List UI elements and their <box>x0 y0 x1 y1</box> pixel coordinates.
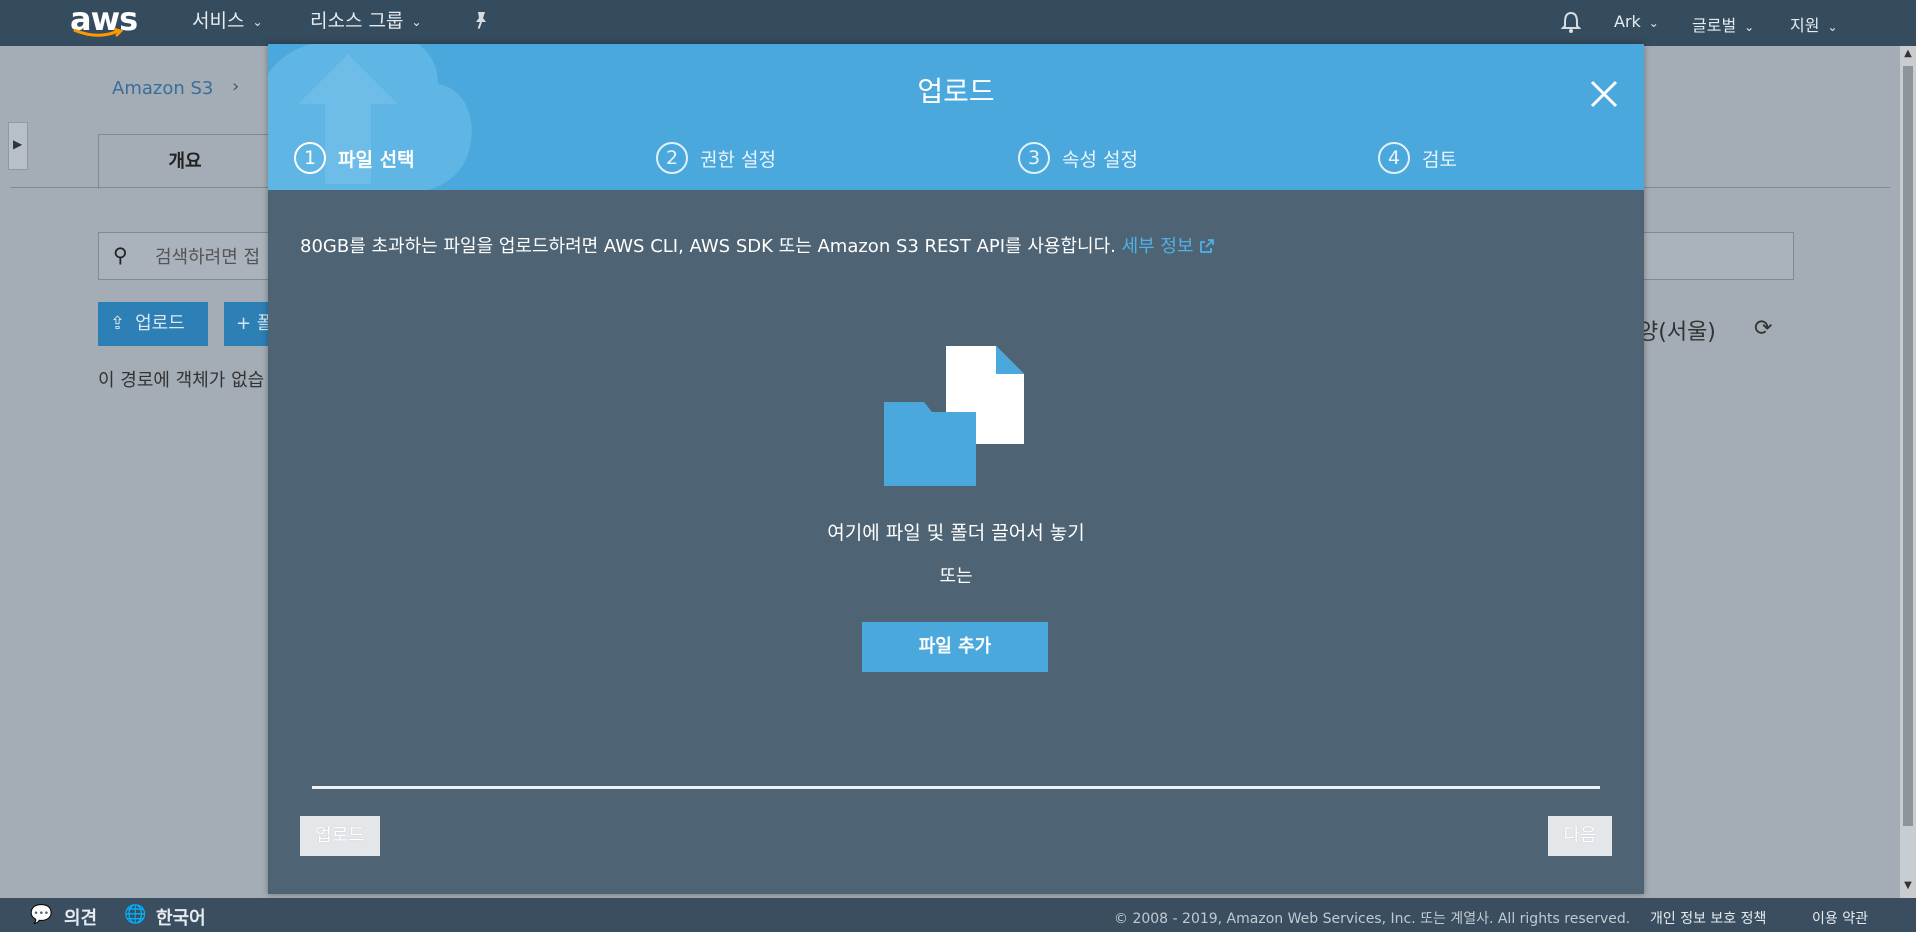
step-label: 검토 <box>1422 148 1457 171</box>
add-files-button[interactable]: 파일 추가 <box>862 622 1048 672</box>
page-scrollbar[interactable]: ▲ ▼ <box>1900 46 1916 898</box>
upload-icon: ⇪ <box>110 313 126 334</box>
sidebar-toggle[interactable]: ▶ <box>8 122 28 170</box>
region-menu[interactable]: 글로벌 ⌄ <box>1692 12 1754 36</box>
step-set-properties[interactable]: 3 속성 설정 <box>1018 142 1138 174</box>
privacy-link[interactable]: 개인 정보 보호 정책 <box>1650 908 1766 928</box>
speech-bubble-icon: 💬 <box>30 904 53 925</box>
dialog-title: 업로드 <box>917 75 995 108</box>
support-label: 지원 <box>1790 16 1820 35</box>
services-label: 서비스 <box>192 10 245 32</box>
dialog-divider <box>312 786 1600 789</box>
external-link-icon <box>1200 239 1215 253</box>
chevron-down-icon: ⌄ <box>1648 15 1659 30</box>
step-label: 파일 선택 <box>338 148 415 171</box>
chevron-down-icon: ⌄ <box>252 14 263 29</box>
chevron-down-icon: ⌄ <box>1827 19 1838 34</box>
resource-groups-label: 리소스 그룹 <box>310 10 404 32</box>
step-number: 2 <box>656 142 688 174</box>
search-placeholder: 검색하려면 접 <box>155 247 261 268</box>
chevron-down-icon: ⌄ <box>1744 19 1755 34</box>
upload-submit-label: 업로드 <box>315 825 365 846</box>
upload-button[interactable]: ⇪ 업로드 <box>98 302 208 346</box>
tab-overview[interactable]: 개요 <box>98 134 272 189</box>
copyright-text: © 2008 - 2019, Amazon Web Services, Inc.… <box>1114 911 1631 927</box>
upload-button-label: 업로드 <box>135 313 185 334</box>
breadcrumb-amazon-s3[interactable]: Amazon S3 <box>112 78 213 99</box>
search-icon: ⚲ <box>113 243 128 267</box>
file-folder-icon <box>884 346 1024 486</box>
pin-icon[interactable] <box>472 10 490 30</box>
scroll-down-icon[interactable]: ▼ <box>1902 880 1914 891</box>
create-folder-button[interactable]: + 폴 <box>224 302 274 346</box>
bell-icon[interactable] <box>1560 10 1582 34</box>
step-number: 4 <box>1378 142 1410 174</box>
learn-more-link[interactable]: 세부 정보 <box>1122 236 1216 257</box>
step-label: 권한 설정 <box>700 148 776 171</box>
page-footer: 💬 의견 🌐 한국어 © 2008 - 2019, Amazon Web Ser… <box>0 898 1916 932</box>
scroll-thumb[interactable] <box>1903 66 1913 826</box>
region-label: 글로벌 <box>1692 16 1737 35</box>
chevron-right-icon: ▶ <box>13 137 23 151</box>
user-label: Ark <box>1614 12 1641 31</box>
upload-info-text: 80GB를 초과하는 파일을 업로드하려면 AWS CLI, AWS SDK 또… <box>300 232 1215 258</box>
learn-more-label: 세부 정보 <box>1121 236 1194 257</box>
refresh-icon[interactable]: ⟳ <box>1754 316 1772 341</box>
aws-smile-icon <box>73 28 124 37</box>
services-menu[interactable]: 서비스 ⌄ <box>192 6 263 33</box>
language-selector[interactable]: 한국어 <box>156 904 206 930</box>
step-set-permissions[interactable]: 2 권한 설정 <box>656 142 776 174</box>
next-button[interactable]: 다음 <box>1548 816 1612 856</box>
or-text: 또는 <box>939 566 973 587</box>
top-navigation-bar: aws 서비스 ⌄ 리소스 그룹 ⌄ Ark ⌄ 글로벌 ⌄ 지원 ⌄ <box>0 0 1916 46</box>
upload-dialog: 업로드 1 파일 선택 2 권한 설정 3 속성 설정 4 검토 80GB를 초… <box>268 44 1644 894</box>
terms-link[interactable]: 이용 약관 <box>1812 908 1868 928</box>
scroll-up-icon[interactable]: ▲ <box>1902 48 1914 59</box>
close-icon[interactable] <box>1588 78 1620 110</box>
step-label: 속성 설정 <box>1062 148 1138 171</box>
globe-icon: 🌐 <box>124 904 147 925</box>
step-number: 3 <box>1018 142 1050 174</box>
support-menu[interactable]: 지원 ⌄ <box>1790 12 1838 36</box>
upload-submit-button[interactable]: 업로드 <box>300 816 380 856</box>
feedback-link[interactable]: 의견 <box>64 904 97 930</box>
next-label: 다음 <box>1563 825 1597 846</box>
step-choose-files[interactable]: 1 파일 선택 <box>294 142 415 174</box>
region-text: 양(서울) <box>1638 320 1716 345</box>
info-text: 80GB를 초과하는 파일을 업로드하려면 AWS CLI, AWS SDK 또… <box>300 236 1116 257</box>
resource-groups-menu[interactable]: 리소스 그룹 ⌄ <box>310 6 422 33</box>
chevron-down-icon: ⌄ <box>411 14 422 29</box>
breadcrumb-separator: › <box>232 76 240 97</box>
drop-zone-text: 여기에 파일 및 폴더 끌어서 놓기 <box>827 522 1085 544</box>
empty-message: 이 경로에 객체가 없습 <box>98 370 265 391</box>
step-review[interactable]: 4 검토 <box>1378 142 1457 174</box>
step-number: 1 <box>294 142 326 174</box>
upload-dialog-header: 업로드 1 파일 선택 2 권한 설정 3 속성 설정 4 검토 <box>268 44 1644 190</box>
user-menu[interactable]: Ark ⌄ <box>1614 12 1659 31</box>
